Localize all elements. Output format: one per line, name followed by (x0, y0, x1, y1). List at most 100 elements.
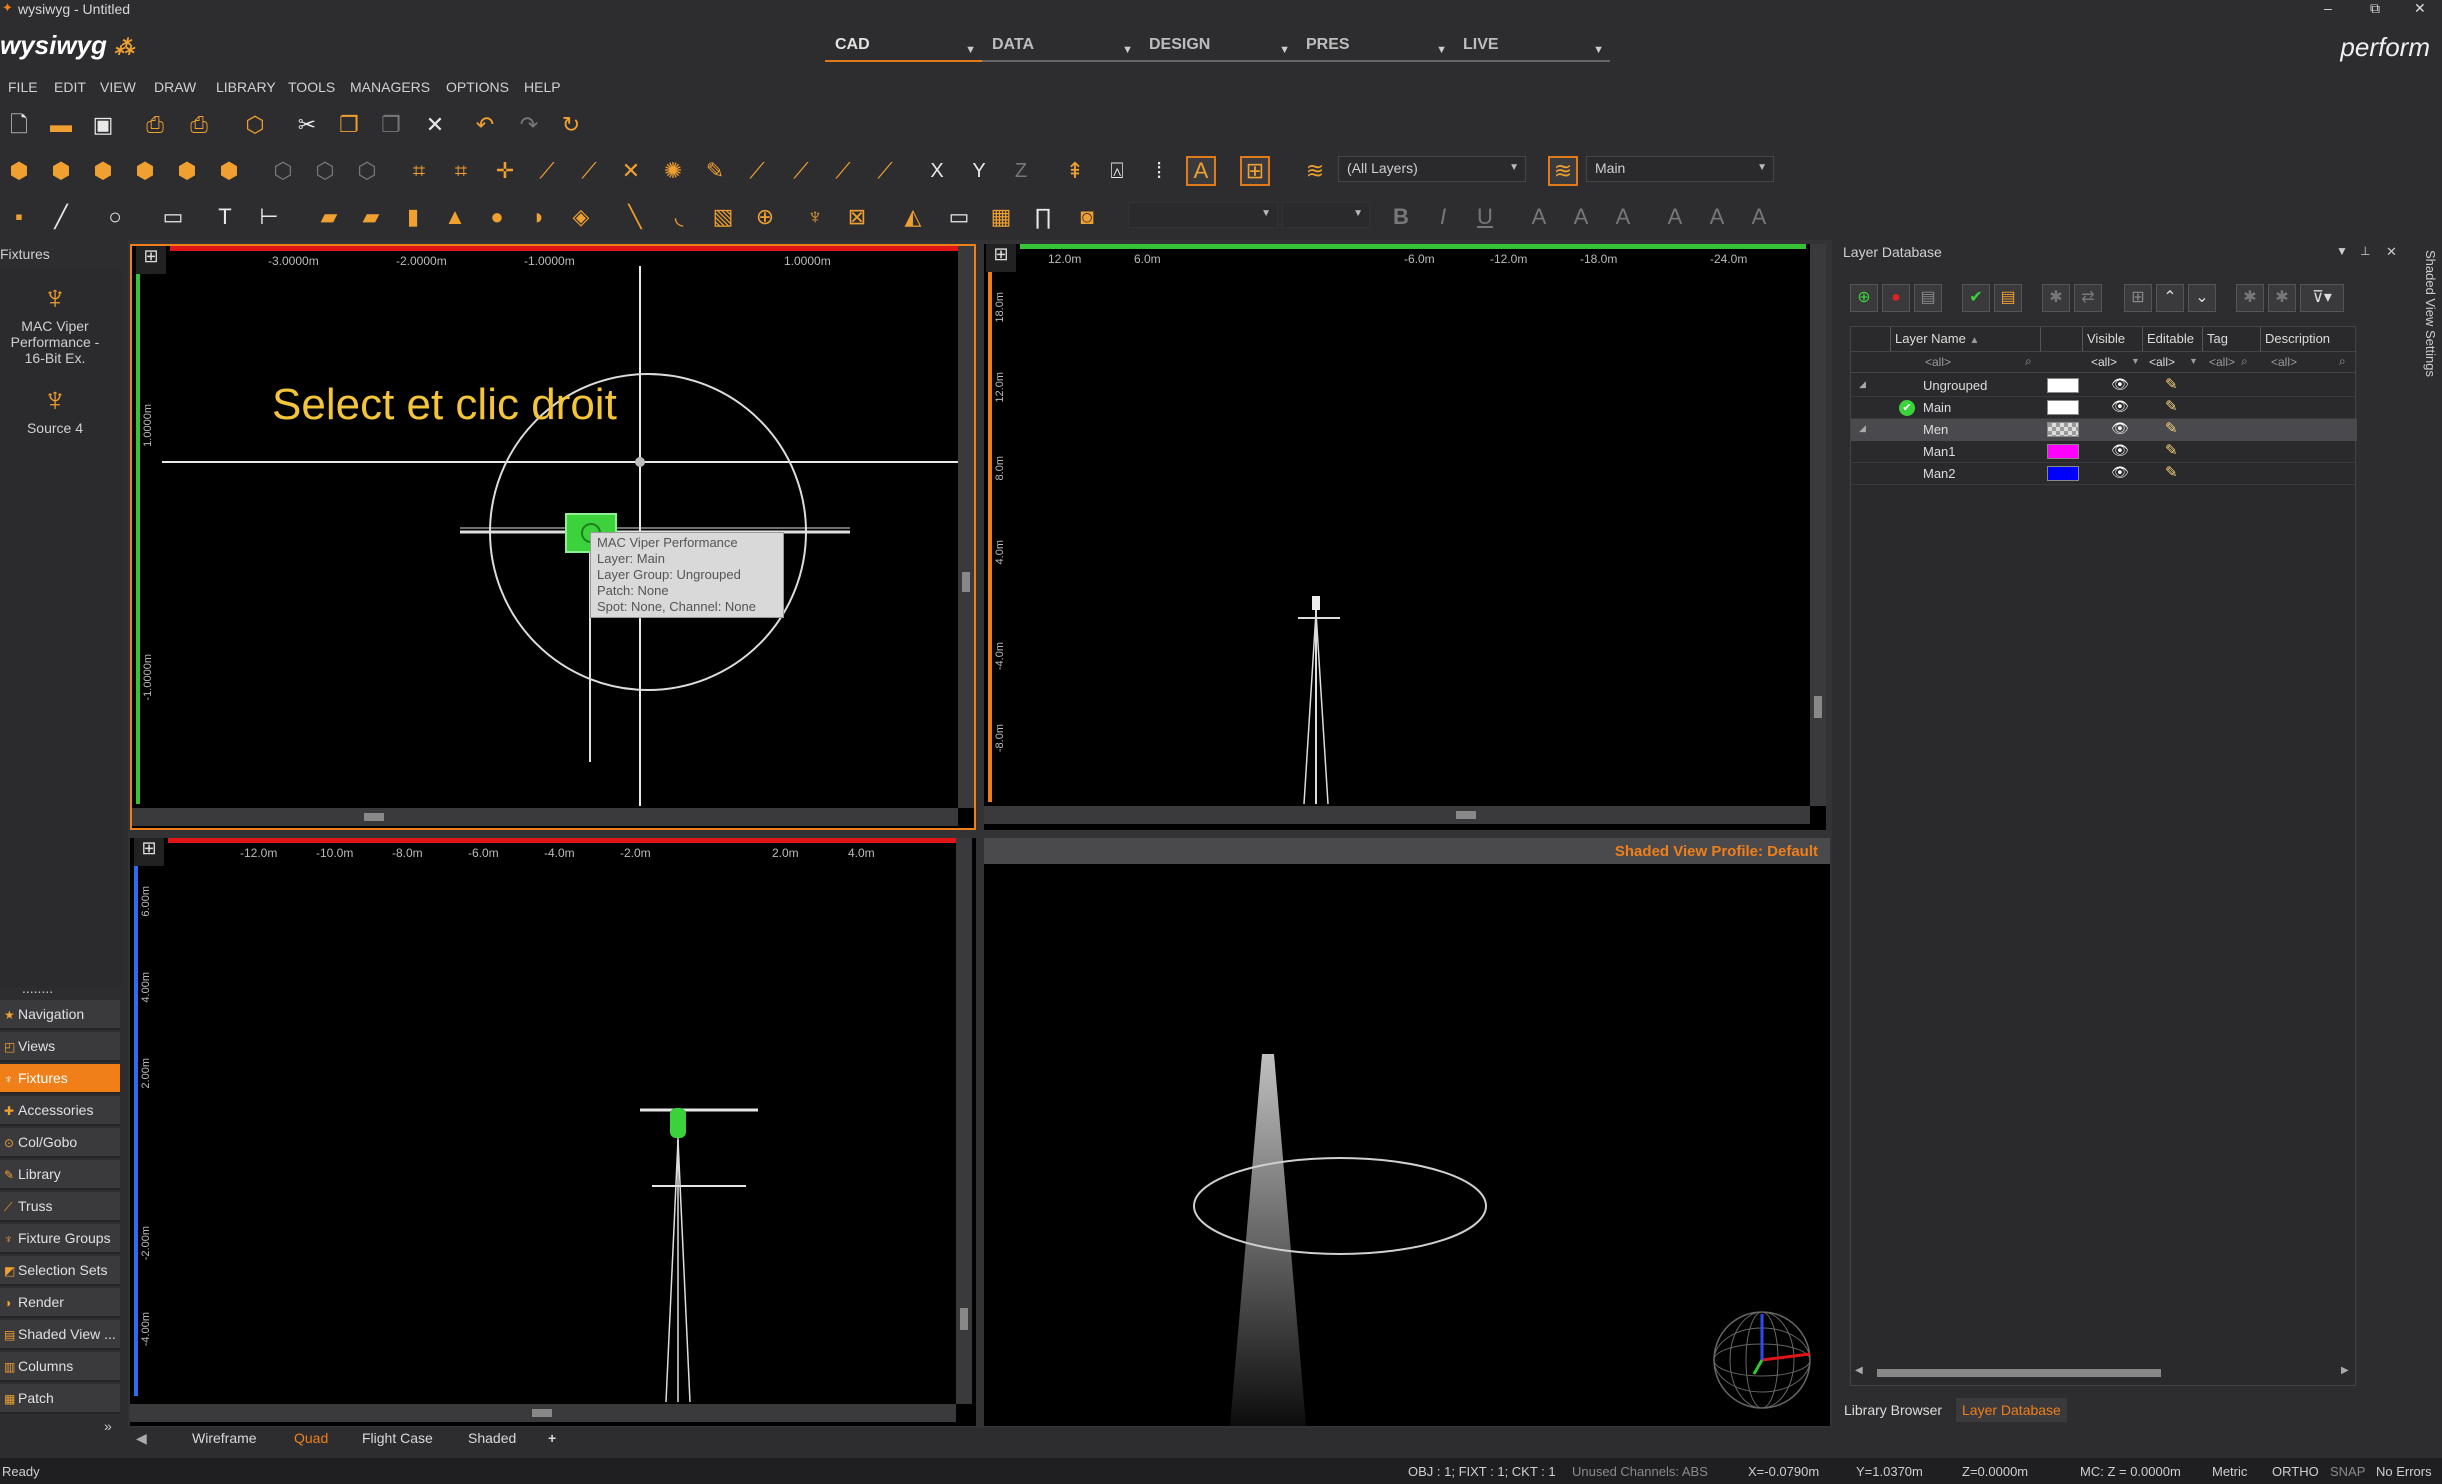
layer-row[interactable]: Man2 👁 ✎ (1851, 463, 2357, 485)
nav-patch[interactable]: ▦ Patch (0, 1384, 120, 1414)
rectangle-icon[interactable]: ▭ (158, 202, 188, 232)
wire-cube-icon[interactable]: ⬡ (268, 156, 298, 186)
nav-render[interactable]: ◑ Render (0, 1288, 120, 1318)
nav-navigation[interactable]: ★ Navigation (0, 1000, 120, 1030)
pencil-icon[interactable]: ✎ (2165, 441, 2178, 459)
fixture-tool-icon[interactable]: ♆ (800, 202, 830, 232)
horizontal-scrollbar[interactable] (130, 1404, 956, 1422)
text-top-align-icon[interactable]: A (1660, 202, 1690, 232)
set-current-icon[interactable]: ✔ (1962, 284, 1990, 312)
layer-color-icon[interactable]: ▤ (1994, 284, 2022, 312)
collapse-panel-button[interactable]: » (104, 1418, 112, 1434)
tab-flight-case[interactable]: Flight Case (362, 1430, 433, 1446)
scroll-thumb[interactable] (962, 572, 970, 592)
scroll-thumb[interactable] (1456, 811, 1476, 819)
led-wall-icon[interactable]: ▦ (986, 202, 1016, 232)
arc-pipe-icon[interactable]: ◟ (664, 202, 694, 232)
viewport-front[interactable]: -12.0m -10.0m -8.0m -6.0m -4.0m -2.0m 2.… (130, 838, 976, 1426)
nav-truss[interactable]: ⟋ Truss (0, 1192, 120, 1222)
menu-tools[interactable]: TOOLS (288, 79, 335, 95)
tab-wireframe[interactable]: Wireframe (192, 1430, 257, 1446)
viewport-side[interactable]: 12.0m 6.0m -6.0m -12.0m -18.0m -24.0m ⊞ … (984, 244, 1826, 830)
shaded-view-settings-tab[interactable]: Shaded View Settings (2414, 250, 2438, 440)
snap-extend-icon[interactable]: ⟋ (828, 156, 858, 186)
menu-help[interactable]: HELP (524, 79, 561, 95)
expand-icon[interactable]: ◢ (1859, 379, 1866, 390)
delete-icon[interactable]: ✕ (420, 110, 450, 140)
cube-shaded-icon[interactable]: ⬢ (214, 156, 244, 186)
text-bottom-align-icon[interactable]: A (1744, 202, 1774, 232)
pencil-icon[interactable]: ✎ (2165, 375, 2178, 393)
layer-filter-dropdown[interactable]: (All Layers) ▼ (1338, 156, 1526, 182)
layers-icon[interactable]: ≋ (1300, 156, 1330, 186)
cube-side-icon[interactable]: ⬢ (46, 156, 76, 186)
layer-row[interactable]: Man1 👁 ✎ (1851, 441, 2357, 463)
ruler-toggle-icon[interactable]: ⊞ (1240, 156, 1270, 186)
layer-color-swatch[interactable] (2047, 378, 2079, 393)
snap-perp-icon[interactable]: ⟋ (742, 156, 772, 186)
column-header-editable[interactable]: Editable (2143, 327, 2203, 351)
cube-back-icon[interactable]: ⬢ (172, 156, 202, 186)
status-ortho[interactable]: ORTHO (2272, 1464, 2319, 1479)
menu-file[interactable]: FILE (8, 79, 38, 95)
redo-icon[interactable]: ↷ (514, 110, 544, 140)
pencil-icon[interactable]: ✎ (2165, 419, 2178, 437)
menu-draw[interactable]: DRAW (154, 79, 196, 95)
panel-splitter[interactable]: ........ (22, 980, 53, 996)
panel-close-icon[interactable]: ✕ (2386, 244, 2397, 260)
mode-tab-pres[interactable]: PRES ▼ (1296, 36, 1453, 62)
layer-grid-icon[interactable]: ⊞ (2124, 284, 2152, 312)
open-folder-icon[interactable]: ▬ (46, 110, 76, 140)
layer-row[interactable]: ◢ Ungrouped 👁 ✎ (1851, 375, 2357, 397)
cut-icon[interactable]: ✂ (292, 110, 322, 140)
column-header-tag[interactable]: Tag (2203, 327, 2261, 351)
mouse-icon[interactable]: ⍓ (1102, 156, 1132, 186)
filter-visible[interactable]: <all> (2091, 355, 2117, 369)
cube-front-icon[interactable]: ⬢ (4, 156, 34, 186)
horizontal-scrollbar[interactable] (984, 806, 1810, 824)
horizontal-scrollbar[interactable] (132, 808, 958, 826)
eye-icon[interactable]: 👁 (2111, 420, 2129, 437)
filter-icon[interactable]: ⊽▾ (2300, 284, 2344, 312)
plane-icon[interactable]: ▰ (314, 202, 344, 232)
text-size-mid-icon[interactable]: A (1566, 202, 1596, 232)
axis-y-button[interactable]: Y (964, 156, 994, 186)
copy-icon[interactable]: ❐ (334, 110, 364, 140)
menu-view[interactable]: VIEW (100, 79, 136, 95)
sphere-icon[interactable]: ● (482, 202, 512, 232)
underline-button[interactable]: U (1470, 202, 1500, 232)
slab-icon[interactable]: ▰ (356, 202, 386, 232)
eye-icon[interactable]: 👁 (2111, 442, 2129, 459)
font-family-dropdown[interactable]: ▼ (1128, 202, 1278, 228)
print-preview-icon[interactable]: ⎙ (140, 110, 170, 140)
menu-managers[interactable]: MANAGERS (350, 79, 430, 95)
undo-icon[interactable]: ↶ (470, 110, 500, 140)
column-header-layer-name[interactable]: Layer Name ▲ (1891, 327, 2041, 351)
italic-button[interactable]: I (1428, 202, 1458, 232)
cube-top-icon[interactable]: ⬢ (88, 156, 118, 186)
text-size-up-icon[interactable]: A (1524, 202, 1554, 232)
scroll-thumb[interactable] (1814, 696, 1822, 718)
package-icon[interactable]: ⬡ (240, 110, 270, 140)
scroll-thumb[interactable] (364, 813, 384, 821)
scroll-left-icon[interactable]: ◀ (1855, 1365, 1863, 1376)
layer-color-swatch[interactable] (2047, 422, 2079, 437)
eraser-icon[interactable]: ◈ (566, 202, 596, 232)
nav-accessories[interactable]: ✚ Accessories (0, 1096, 120, 1126)
export-layers-icon[interactable]: ✱ (2268, 284, 2296, 312)
viewport-top[interactable]: -3.0000m -2.0000m -1.0000m 1.0000m ⊞ 1.0… (130, 244, 976, 830)
viewport-menu-button[interactable]: ⊞ (986, 244, 1016, 272)
cube-iso-icon[interactable]: ⬢ (130, 156, 160, 186)
vertical-scrollbar[interactable] (1810, 244, 1826, 806)
tab-library-browser[interactable]: Library Browser (1844, 1402, 1942, 1418)
snap-parallel-icon[interactable]: ⟋ (786, 156, 816, 186)
nav-selection-sets[interactable]: ◩ Selection Sets (0, 1256, 120, 1286)
filter-description[interactable]: <all> (2271, 355, 2297, 369)
filter-editable[interactable]: <all> (2149, 355, 2175, 369)
snap-grid-icon[interactable]: ⌗ (404, 156, 434, 186)
nav-shaded-view[interactable]: ▤ Shaded View ... (0, 1320, 120, 1350)
pin-icon[interactable]: ⊥ (2360, 244, 2370, 258)
layer-link-icon[interactable]: ⇄ (2074, 284, 2102, 312)
tab-quad[interactable]: Quad (294, 1430, 328, 1446)
rigging-point-icon[interactable]: ⊕ (750, 202, 780, 232)
